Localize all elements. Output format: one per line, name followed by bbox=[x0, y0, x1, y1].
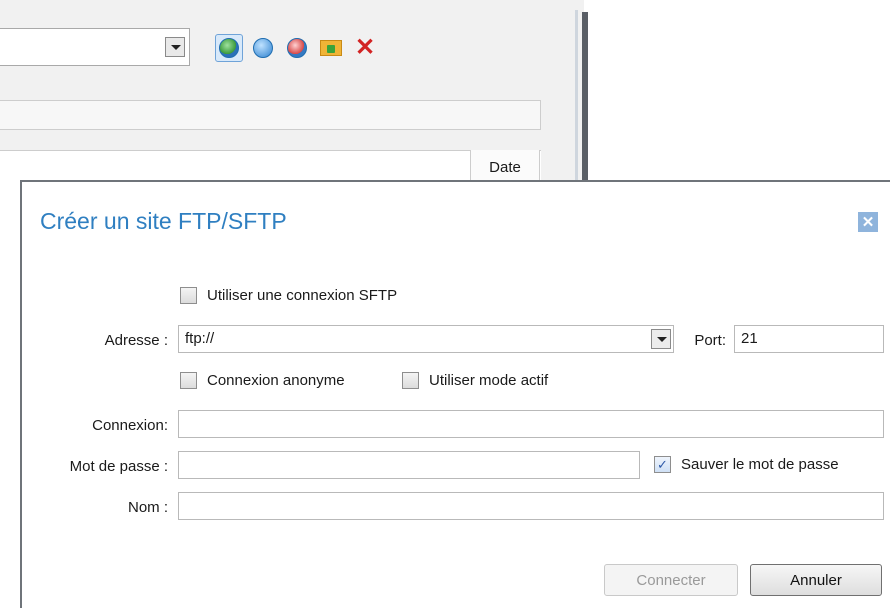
address-combo[interactable]: ftp:// bbox=[178, 325, 674, 353]
address-label: Adresse : bbox=[104, 332, 168, 349]
connect-button[interactable]: Connecter bbox=[604, 564, 738, 596]
login-input[interactable] bbox=[178, 410, 884, 438]
edit-icon bbox=[253, 38, 273, 58]
toolbar: ✕ bbox=[215, 32, 379, 64]
port-label: Port: bbox=[694, 332, 726, 349]
port-input[interactable]: 21 bbox=[734, 325, 884, 353]
save-password-checkbox-row[interactable]: ✓ Sauver le mot de passe bbox=[654, 456, 839, 473]
checkmark-icon: ✓ bbox=[657, 456, 668, 472]
background-window: ✕ Date bbox=[0, 0, 588, 190]
sftp-checkbox-row[interactable]: Utiliser une connexion SFTP bbox=[180, 287, 397, 304]
dialog-title: Créer un site FTP/SFTP bbox=[40, 208, 287, 234]
create-site-dialog: Créer un site FTP/SFTP ✕ Utiliser une co… bbox=[20, 180, 890, 608]
port-value: 21 bbox=[741, 330, 758, 347]
date-column-header[interactable]: Date bbox=[470, 150, 540, 184]
active-mode-checkbox-label: Utiliser mode actif bbox=[429, 372, 549, 389]
add-folder-button[interactable] bbox=[317, 34, 345, 62]
splitter[interactable] bbox=[575, 10, 578, 188]
name-label: Nom : bbox=[127, 499, 168, 516]
save-password-checkbox[interactable]: ✓ bbox=[654, 456, 671, 473]
delete-button[interactable]: ✕ bbox=[351, 34, 379, 62]
active-mode-checkbox-row[interactable]: Utiliser mode actif bbox=[402, 372, 548, 389]
background-field bbox=[0, 100, 541, 130]
anonymous-checkbox-row[interactable]: Connexion anonyme bbox=[180, 372, 345, 389]
name-input[interactable] bbox=[178, 492, 884, 520]
anonymous-checkbox-label: Connexion anonyme bbox=[207, 372, 345, 389]
address-value: ftp:// bbox=[185, 330, 215, 347]
background-combo[interactable] bbox=[0, 28, 190, 66]
sftp-checkbox-label: Utiliser une connexion SFTP bbox=[207, 287, 398, 304]
active-mode-checkbox[interactable] bbox=[402, 372, 419, 389]
chevron-down-icon[interactable] bbox=[165, 37, 185, 57]
chevron-down-icon[interactable] bbox=[651, 329, 671, 349]
sftp-checkbox[interactable] bbox=[180, 287, 197, 304]
connect-button[interactable] bbox=[215, 34, 243, 62]
password-input[interactable] bbox=[178, 451, 640, 479]
window-shadow bbox=[582, 12, 588, 188]
anonymous-checkbox[interactable] bbox=[180, 372, 197, 389]
delete-icon: ✕ bbox=[354, 34, 376, 61]
save-password-checkbox-label: Sauver le mot de passe bbox=[681, 456, 839, 473]
disconnect-button[interactable] bbox=[283, 34, 311, 62]
cancel-button[interactable]: Annuler bbox=[750, 564, 882, 596]
add-folder-icon bbox=[320, 40, 342, 56]
disconnect-icon bbox=[287, 38, 307, 58]
password-label: Mot de passe : bbox=[69, 458, 168, 475]
connect-icon bbox=[219, 38, 239, 58]
close-button[interactable]: ✕ bbox=[858, 212, 878, 232]
login-label: Connexion: bbox=[92, 417, 168, 434]
close-icon: ✕ bbox=[861, 214, 875, 231]
edit-button[interactable] bbox=[249, 34, 277, 62]
